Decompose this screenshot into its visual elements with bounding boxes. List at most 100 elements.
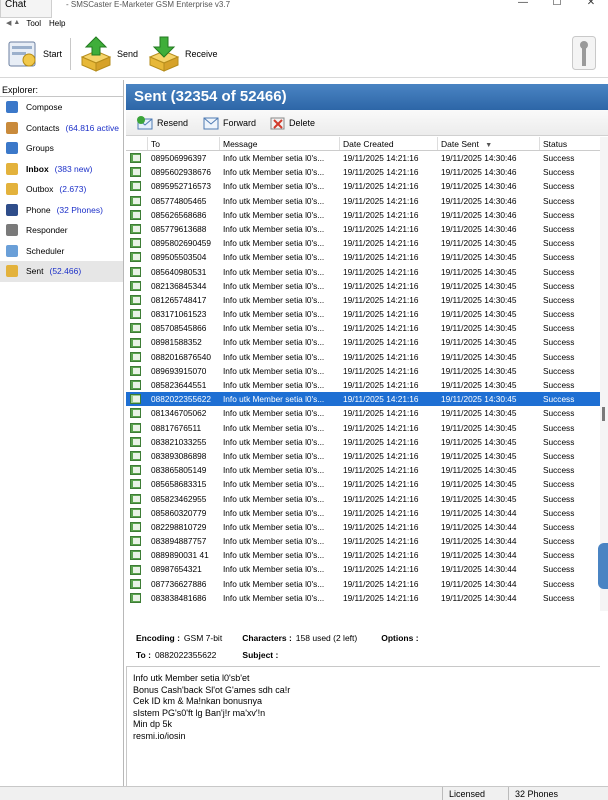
- table-row[interactable]: 081346705062 Info utk Member setia l0's..…: [126, 406, 600, 420]
- table-row[interactable]: 08817676511 Info utk Member setia l0's...…: [126, 421, 600, 435]
- table-row[interactable]: 081265748417 Info utk Member setia l0's..…: [126, 293, 600, 307]
- row-cell-select[interactable]: [126, 421, 148, 435]
- sidebar-item-sent[interactable]: Sent (52.466): [0, 261, 123, 282]
- table-row[interactable]: 085708545866 Info utk Member setia l0's..…: [126, 321, 600, 335]
- table-row[interactable]: 083171061523 Info utk Member setia l0's..…: [126, 307, 600, 321]
- sidebar-item-inbox[interactable]: Inbox (383 new): [0, 159, 123, 180]
- row-cell-select[interactable]: [126, 222, 148, 236]
- column-date-created[interactable]: Date Created: [340, 137, 438, 150]
- row-cell-select[interactable]: [126, 392, 148, 406]
- row-cell-select[interactable]: [126, 534, 148, 548]
- scrollbar-thumb[interactable]: [602, 407, 605, 421]
- table-row[interactable]: 08981588352 Info utk Member setia l0's...…: [126, 335, 600, 349]
- table-row[interactable]: 085658683315 Info utk Member setia l0's..…: [126, 477, 600, 491]
- back-icon[interactable]: ◀: [6, 19, 11, 27]
- row-cell-select[interactable]: [126, 307, 148, 321]
- send-button[interactable]: Send: [78, 34, 138, 74]
- table-row[interactable]: 0895802690459 Info utk Member setia l0's.…: [126, 236, 600, 250]
- table-row[interactable]: 085779613688 Info utk Member setia l0's..…: [126, 222, 600, 236]
- row-cell-select[interactable]: [126, 279, 148, 293]
- row-cell-select[interactable]: [126, 194, 148, 208]
- row-cell-select[interactable]: [126, 463, 148, 477]
- start-button[interactable]: Start: [4, 34, 62, 74]
- sidebar-item-responder[interactable]: Responder: [0, 220, 123, 241]
- table-row[interactable]: 089505503504 Info utk Member setia l0's..…: [126, 250, 600, 264]
- row-cell-select[interactable]: [126, 492, 148, 506]
- table-row[interactable]: 0889890031 41 Info utk Member setia l0's.…: [126, 548, 600, 562]
- delete-button[interactable]: Delete: [270, 116, 315, 130]
- table-row[interactable]: 087736627886 Info utk Member setia l0's..…: [126, 577, 600, 591]
- forward-button[interactable]: Forward: [202, 116, 256, 130]
- receive-button[interactable]: Receive: [146, 34, 218, 74]
- table-row[interactable]: 085823644551 Info utk Member setia l0's..…: [126, 378, 600, 392]
- close-button[interactable]: ✕: [574, 0, 608, 8]
- row-cell-select[interactable]: [126, 520, 148, 534]
- table-row[interactable]: 085640980531 Info utk Member setia l0's..…: [126, 265, 600, 279]
- row-cell-select[interactable]: [126, 293, 148, 307]
- table-row[interactable]: 082298810729 Info utk Member setia l0's..…: [126, 520, 600, 534]
- menu-tool[interactable]: Tool: [22, 19, 45, 28]
- row-cell-select[interactable]: [126, 562, 148, 576]
- row-cell-select[interactable]: [126, 364, 148, 378]
- row-cell-select[interactable]: [126, 335, 148, 349]
- sidebar-item-outbox[interactable]: Outbox (2.673): [0, 179, 123, 200]
- table-row[interactable]: 0895602938676 Info utk Member setia l0's.…: [126, 165, 600, 179]
- row-cell-select[interactable]: [126, 208, 148, 222]
- table-row[interactable]: 083865805149 Info utk Member setia l0's..…: [126, 463, 600, 477]
- table-row[interactable]: 085860320779 Info utk Member setia l0's..…: [126, 506, 600, 520]
- table-row[interactable]: 089693915070 Info utk Member setia l0's..…: [126, 364, 600, 378]
- cell-date-created: 19/11/2025 14:21:16: [343, 536, 419, 547]
- row-cell-select[interactable]: [126, 179, 148, 193]
- table-row[interactable]: 083894887757 Info utk Member setia l0's..…: [126, 534, 600, 548]
- row-cell-select[interactable]: [126, 236, 148, 250]
- sidebar-item-phone[interactable]: Phone (32 Phones): [0, 200, 123, 221]
- sidebar-item-groups[interactable]: Groups: [0, 138, 123, 159]
- row-cell-select[interactable]: [126, 577, 148, 591]
- row-cell-select[interactable]: [126, 321, 148, 335]
- vertical-scrollbar[interactable]: [600, 137, 608, 611]
- table-row[interactable]: 083838481686 Info utk Member setia l0's..…: [126, 591, 600, 605]
- row-cell-select[interactable]: [126, 506, 148, 520]
- table-row[interactable]: 085626568686 Info utk Member setia l0's..…: [126, 208, 600, 222]
- sidebar-item-contacts[interactable]: Contacts (64.816 active: [0, 118, 123, 139]
- column-date-sent[interactable]: Date Sent ▼: [438, 137, 540, 150]
- row-cell-select[interactable]: [126, 250, 148, 264]
- table-row[interactable]: 082136845344 Info utk Member setia l0's..…: [126, 279, 600, 293]
- table-row[interactable]: 083821033255 Info utk Member setia l0's..…: [126, 435, 600, 449]
- row-cell-select[interactable]: [126, 378, 148, 392]
- row-cell-select[interactable]: [126, 350, 148, 364]
- table-row[interactable]: 089506996397 Info utk Member setia l0's..…: [126, 151, 600, 165]
- row-cell-select[interactable]: [126, 265, 148, 279]
- wrench-icon[interactable]: [572, 36, 596, 70]
- resend-button[interactable]: Resend: [136, 115, 188, 130]
- message-line: Cek ID km & Ma!nkan bonusnya: [133, 696, 263, 707]
- row-cell-select[interactable]: [126, 435, 148, 449]
- column-message[interactable]: Message: [220, 137, 340, 150]
- table-row[interactable]: 0882022355622 Info utk Member setia l0's.…: [126, 392, 600, 407]
- forward-icon[interactable]: ▲: [13, 19, 20, 27]
- row-cell-select[interactable]: [126, 406, 148, 420]
- sidebar-item-compose[interactable]: Compose: [0, 97, 123, 118]
- table-row[interactable]: 08987654321 Info utk Member setia l0's...…: [126, 562, 600, 576]
- minimize-button[interactable]: —: [506, 0, 540, 8]
- chat-tab[interactable]: Chat: [0, 0, 52, 18]
- message-body[interactable]: Info utk Member setia l0'sb'et Bonus Cash…: [126, 666, 600, 786]
- menu-help[interactable]: Help: [45, 19, 69, 28]
- table-row[interactable]: 0895952716573 Info utk Member setia l0's.…: [126, 179, 600, 193]
- table-row[interactable]: 085823462955 Info utk Member setia l0's..…: [126, 492, 600, 506]
- row-cell-select[interactable]: [126, 591, 148, 605]
- row-cell-select[interactable]: [126, 477, 148, 491]
- column-to[interactable]: To: [148, 137, 220, 150]
- row-cell-select[interactable]: [126, 548, 148, 562]
- table-row[interactable]: 0882016876540 Info utk Member setia l0's.…: [126, 350, 600, 364]
- sidebar-item-scheduler[interactable]: Scheduler: [0, 241, 123, 262]
- column-select[interactable]: [126, 137, 148, 150]
- table-row[interactable]: 083893086898 Info utk Member setia l0's..…: [126, 449, 600, 463]
- row-cell-select[interactable]: [126, 449, 148, 463]
- row-cell-select[interactable]: [126, 151, 148, 165]
- maximize-button[interactable]: ☐: [540, 0, 574, 8]
- side-panel-toggle[interactable]: [598, 543, 608, 589]
- column-status[interactable]: Status: [540, 137, 600, 150]
- row-cell-select[interactable]: [126, 165, 148, 179]
- table-row[interactable]: 085774805465 Info utk Member setia l0's..…: [126, 194, 600, 208]
